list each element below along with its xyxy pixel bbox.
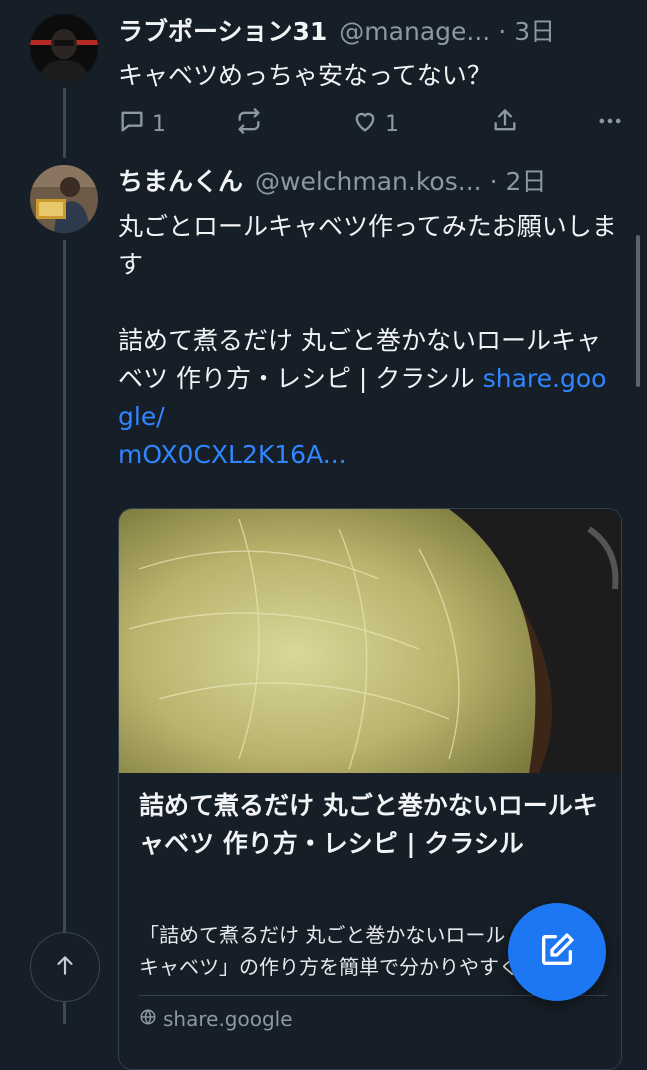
author-name[interactable]: ちまんくん bbox=[118, 162, 243, 198]
reply-button[interactable]: 1 bbox=[118, 107, 235, 141]
action-bar: 1 1 bbox=[118, 108, 624, 140]
repost-arrows-icon bbox=[235, 107, 263, 141]
like-count: 1 bbox=[385, 111, 399, 137]
compose-button[interactable] bbox=[508, 903, 606, 1001]
avatar[interactable] bbox=[30, 165, 98, 233]
scroll-to-top-button[interactable] bbox=[30, 932, 100, 1002]
card-title: 詰めて煮るだけ 丸ごと巻かないロールキャベツ 作り方・レシピ | クラシル bbox=[139, 791, 598, 858]
avatar[interactable] bbox=[30, 14, 98, 82]
scrollbar[interactable] bbox=[636, 235, 640, 387]
repost-button[interactable] bbox=[235, 107, 351, 141]
heart-icon bbox=[351, 107, 379, 141]
author-handle[interactable]: @manage... bbox=[339, 17, 490, 46]
card-thumbnail bbox=[119, 509, 621, 773]
arrow-up-icon bbox=[52, 952, 78, 982]
author-name[interactable]: ラブポーション31 bbox=[118, 12, 327, 48]
post-time: 2日 bbox=[505, 167, 547, 196]
author-handle[interactable]: @welchman.kos... bbox=[255, 167, 482, 196]
post-text: 丸ごとロールキャベツ作ってみたお願いします 詰めて煮るだけ 丸ごと巻かないロール… bbox=[118, 208, 621, 474]
post-header: ちまんくん @welchman.kos... · 2日 bbox=[118, 162, 619, 200]
card-domain-text: share.google bbox=[163, 1007, 293, 1031]
separator-dot: · bbox=[489, 167, 498, 196]
more-options-button[interactable] bbox=[596, 107, 624, 141]
more-dots-icon bbox=[596, 107, 624, 141]
speech-bubble-icon bbox=[118, 107, 146, 141]
thread-line-top bbox=[63, 88, 66, 158]
reply-count: 1 bbox=[152, 111, 166, 137]
post-header: ラブポーション31 @manage... · 3日 bbox=[118, 12, 619, 50]
separator-dot: · bbox=[498, 17, 507, 46]
share-button[interactable] bbox=[491, 107, 596, 141]
compose-pencil-icon bbox=[537, 930, 577, 974]
post-text: キャベツめっちゃ安なってない？ bbox=[118, 61, 492, 90]
thread-line-main bbox=[63, 240, 66, 1024]
like-button[interactable]: 1 bbox=[351, 107, 491, 141]
post-time: 3日 bbox=[514, 17, 556, 46]
share-icon bbox=[491, 107, 519, 141]
globe-icon bbox=[139, 1007, 157, 1031]
card-domain: share.google bbox=[139, 1007, 293, 1031]
